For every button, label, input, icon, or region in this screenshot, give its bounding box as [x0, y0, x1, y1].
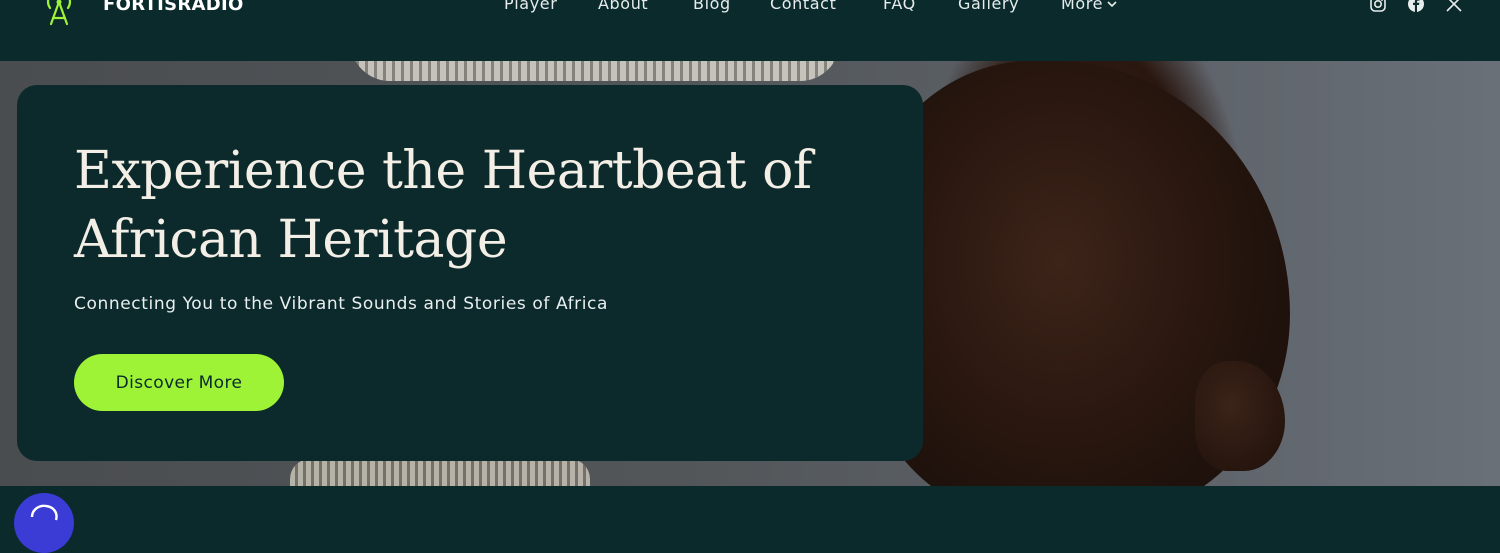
chevron-down-icon	[1107, 1, 1117, 7]
facebook-icon[interactable]	[1407, 0, 1425, 13]
hero-headline: Experience the Heartbeat of African Heri…	[74, 141, 812, 270]
x-icon[interactable]	[1445, 0, 1463, 13]
chat-icon	[30, 504, 58, 521]
nav-about[interactable]: About	[598, 0, 648, 13]
discover-more-button[interactable]: Discover More	[74, 354, 284, 411]
instagram-icon[interactable]	[1369, 0, 1387, 13]
nav-player[interactable]: Player	[504, 0, 557, 13]
nav-faq[interactable]: FAQ	[883, 0, 916, 13]
nav-more-label: More	[1061, 0, 1104, 13]
section-divider	[0, 486, 1500, 512]
hero-subheadline: Connecting You to the Vibrant Sounds and…	[74, 294, 609, 314]
nav-gallery[interactable]: Gallery	[958, 0, 1019, 13]
beaded-headdress	[350, 61, 840, 81]
radio-tower-icon[interactable]	[42, 0, 76, 26]
nav-contact[interactable]: Contact	[770, 0, 836, 13]
chat-widget-button[interactable]	[14, 493, 74, 553]
nav-blog[interactable]: Blog	[693, 0, 731, 13]
brand-name[interactable]: FORTISRADIO	[103, 0, 244, 15]
nav-more[interactable]: More	[1061, 0, 1117, 13]
site-header: FORTISRADIO Player About Blog Contact FA…	[0, 0, 1500, 61]
beaded-necklace	[290, 459, 590, 486]
